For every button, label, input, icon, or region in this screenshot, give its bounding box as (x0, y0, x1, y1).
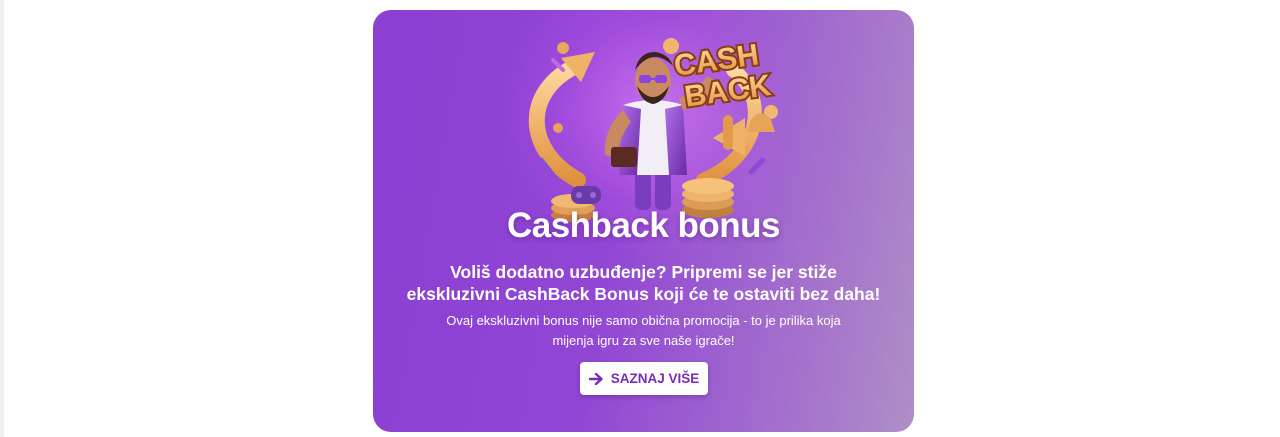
promo-subtitle: Voliš dodatno uzbuđenje? Pripremi se jer… (403, 261, 884, 305)
promo-description-line: Ovaj ekskluzivni bonus nije samo obična … (446, 313, 841, 328)
learn-more-label: SAZNAJ VIŠE (610, 371, 700, 386)
promo-subtitle-line: ekskluzivni CashBack Bonus koji će te os… (406, 284, 881, 304)
cashback-promo-card: CASH CASH BACK BACK Cashback bonus Voliš… (373, 10, 914, 432)
controller-icon (571, 186, 601, 204)
promo-title: Cashback bonus (506, 206, 781, 245)
promo-description-line: mijenja igru za sve naše igrače! (552, 332, 735, 348)
promo-description: Ovaj ekskluzivni bonus nije samo obična … (433, 311, 854, 350)
arrow-right-icon (588, 372, 603, 385)
cashback-logo: CASH CASH BACK BACK (670, 36, 775, 115)
promo-subtitle-line: Voliš dodatno uzbuđenje? Pripremi se jer… (450, 262, 837, 282)
learn-more-button[interactable]: SAZNAJ VIŠE (580, 362, 708, 395)
page-left-edge (0, 0, 4, 437)
